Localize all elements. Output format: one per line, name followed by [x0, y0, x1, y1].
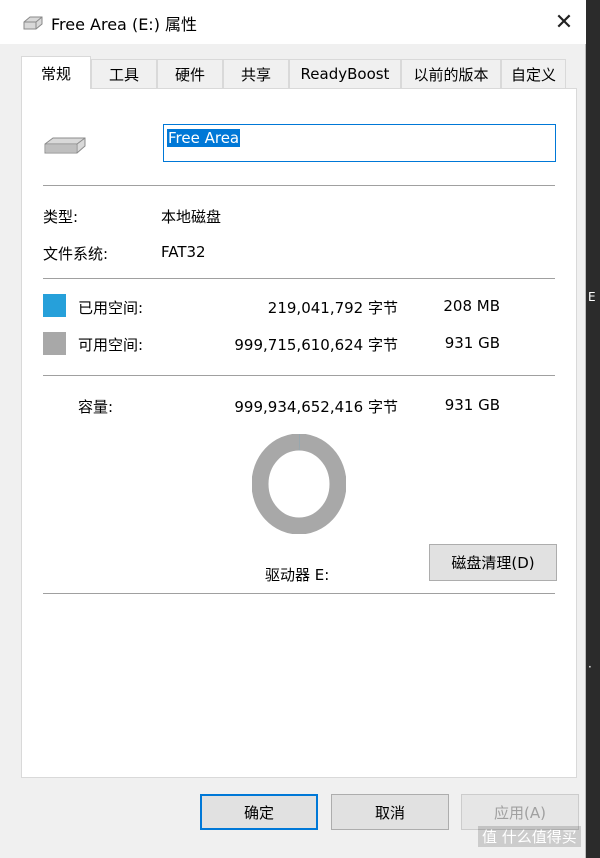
apply-button[interactable]: 应用(A)	[461, 794, 579, 830]
tab-hardware[interactable]: 硬件	[157, 59, 223, 88]
separator	[43, 593, 555, 594]
tab-customize[interactable]: 自定义	[501, 59, 566, 88]
properties-window: Free Area (E:) 属性 ✕ 常规 工具 硬件 共享 ReadyBoo…	[0, 0, 586, 858]
free-space-label: 可用空间:	[78, 336, 144, 354]
capacity-label: 容量:	[78, 398, 114, 416]
ok-label: 确定	[243, 803, 274, 822]
used-space-swatch	[43, 294, 66, 317]
drive-icon	[44, 137, 86, 154]
capacity-size: 931 GB	[444, 396, 500, 414]
capacity-bytes: 999,934,652,416 字节	[234, 398, 398, 416]
general-panel: Free Area 类型: 本地磁盘 文件系统: FAT32 已用空间: 219…	[21, 88, 577, 778]
used-space-bytes: 219,041,792 字节	[267, 299, 398, 317]
tab-previous-versions[interactable]: 以前的版本	[401, 59, 501, 88]
filesystem-label: 文件系统:	[43, 245, 109, 263]
watermark: 值 什么值得买	[478, 826, 581, 847]
background-glyph: ·	[588, 660, 592, 674]
type-value: 本地磁盘	[161, 208, 222, 226]
used-space-label: 已用空间:	[78, 299, 144, 317]
usage-donut	[252, 434, 346, 534]
free-space-bytes: 999,715,610,624 字节	[234, 336, 398, 354]
tab-readyboost[interactable]: ReadyBoost	[289, 59, 401, 88]
filesystem-value: FAT32	[161, 243, 206, 261]
volume-name-input[interactable]: Free Area	[163, 124, 556, 162]
cancel-button[interactable]: 取消	[331, 794, 449, 830]
close-button[interactable]: ✕	[546, 6, 582, 38]
used-space-size: 208 MB	[443, 297, 500, 315]
tab-general[interactable]: 常规	[21, 56, 91, 89]
ok-button[interactable]: 确定	[200, 794, 318, 830]
separator	[43, 185, 555, 186]
background-glyph: E	[588, 290, 596, 304]
tab-strip: 常规 工具 硬件 共享 ReadyBoost 以前的版本 自定义	[21, 56, 566, 89]
tab-sharing[interactable]: 共享	[223, 59, 289, 88]
disk-cleanup-button[interactable]: 磁盘清理(D)	[429, 544, 557, 581]
close-icon: ✕	[554, 9, 574, 35]
separator	[43, 278, 555, 279]
separator	[43, 375, 555, 376]
cancel-label: 取消	[374, 803, 405, 822]
type-label: 类型:	[43, 208, 79, 226]
apply-label: 应用(A)	[494, 803, 546, 822]
title-bar: Free Area (E:) 属性 ✕	[0, 0, 586, 44]
window-title: Free Area (E:) 属性	[51, 15, 198, 34]
drive-letter-label: 驱动器 E:	[265, 566, 330, 584]
volume-name-text: Free Area	[167, 129, 241, 147]
free-space-size: 931 GB	[444, 334, 500, 352]
free-space-swatch	[43, 332, 66, 355]
drive-icon	[23, 16, 43, 30]
tab-tools[interactable]: 工具	[91, 59, 157, 88]
free-space-ring	[252, 434, 346, 534]
disk-cleanup-label: 磁盘清理(D)	[451, 554, 535, 572]
